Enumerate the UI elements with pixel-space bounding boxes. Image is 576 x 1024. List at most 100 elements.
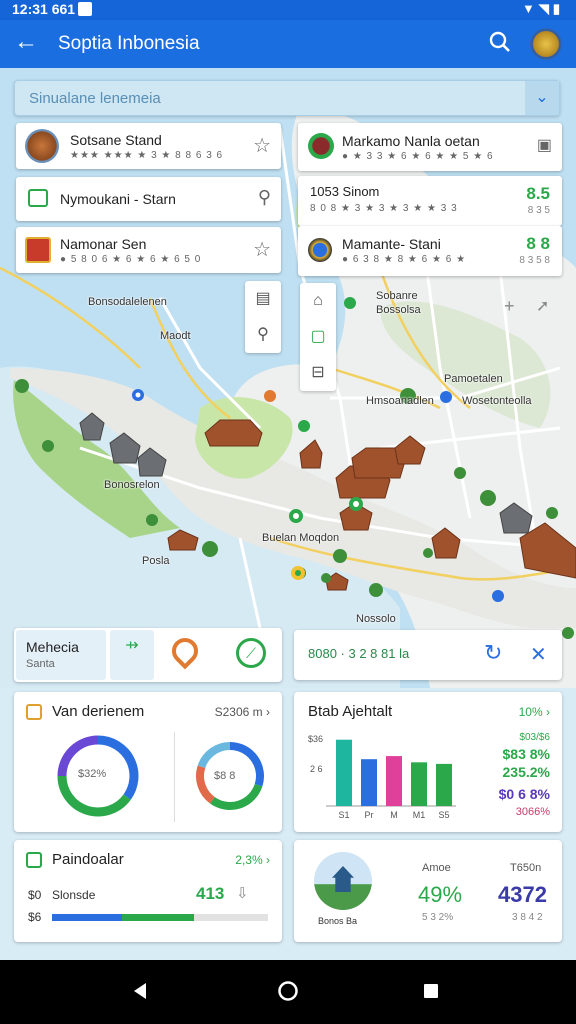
close-icon[interactable]: ✕ [530, 642, 547, 667]
place-type-icon [28, 189, 48, 207]
donut-segment [210, 783, 263, 810]
card-link[interactable]: S2306 m › [215, 705, 270, 719]
nav-recents-icon[interactable] [423, 983, 439, 1004]
donut-segment [57, 775, 131, 817]
place-thumbnail [25, 129, 59, 163]
back-arrow-icon[interactable]: ← [14, 28, 38, 56]
row-label: $0 [28, 888, 42, 902]
place-card[interactable]: 1053 Sinom 8 0 8 ★ 3 ★ 3 ★ 3 ★ ★ 3 3 8.5… [298, 176, 562, 226]
location-pin-icon[interactable]: ⚲ [258, 187, 271, 208]
card-title: Paindoalar [52, 851, 124, 868]
notification-icon [78, 2, 92, 16]
y-tick: 2 6 [310, 764, 323, 774]
place-name: Mamante- Stani [342, 236, 441, 252]
star-icon[interactable]: ☆ [253, 237, 271, 262]
stat-label: Amoe [422, 862, 451, 874]
donut-segment [197, 742, 231, 769]
map-label: Maodt [160, 330, 191, 342]
stat-value: 4372 [498, 882, 547, 907]
tab-row: Mehecia Santa ⇸ ⟋ [14, 628, 282, 682]
card-title: Van derienem [52, 703, 145, 720]
map-label: Hmsoanadlen [366, 395, 434, 407]
place-score-sub: 8 3 5 8 [519, 255, 550, 266]
bar [336, 739, 352, 806]
place-rating: ● ★ 3 3 ★ 6 ★ 6 ★ ★ 5 ★ 6 [342, 151, 494, 162]
signal-battery-icons: ▼◥▮ [521, 1, 564, 16]
place-score: 8.5 [526, 184, 550, 203]
map-label: Wosetonteolla [462, 395, 532, 407]
place-rating: 8 0 8 ★ 3 ★ 3 ★ 3 ★ ★ 3 3 [310, 203, 458, 214]
location-search-bar[interactable]: Sinualane lenemeia ⌄ [14, 80, 560, 116]
green-circle-icon[interactable]: ⟋ [236, 638, 266, 668]
card-link-text: 2,3% [235, 853, 263, 867]
place-name: Namonar Sen [60, 236, 147, 252]
card-link[interactable]: 2,3% › [235, 853, 270, 867]
progress-card: Paindoalar 2,3% › $0 Slonsde 413 ⇩ $6 [14, 840, 282, 942]
place-card[interactable]: Sotsane Stand ★★★ ★★★ ★ 3 ★ 8 8 6 3 6 ☆ [16, 123, 281, 169]
green-marker-icon[interactable]: ▢ [300, 319, 336, 355]
home-icon[interactable]: ⌂ [300, 283, 336, 319]
emblem-avatar[interactable] [530, 28, 562, 60]
layers-icon[interactable]: ▤ [245, 281, 281, 317]
card-link[interactable]: 10% › [519, 705, 550, 719]
place-name: Nymoukani - Starn [60, 191, 176, 207]
place-rating: ● 5 8 0 6 ★ 6 ★ 6 ★ 6 5 0 [60, 254, 202, 265]
row-name: Slonsde [52, 888, 96, 902]
place-score: 8 8 [526, 234, 550, 253]
bar [436, 763, 452, 806]
place-card[interactable]: Namonar Sen ● 5 8 0 6 ★ 6 ★ 6 ★ 6 5 0 ☆ [16, 227, 281, 273]
map-pin-icon[interactable] [166, 632, 204, 670]
search-icon[interactable] [488, 30, 512, 59]
progress-value: 413 [196, 884, 225, 903]
share-arrow-icon[interactable]: ➚ [536, 296, 549, 316]
place-card[interactable]: Mamante- Stani ● 6 3 8 ★ 8 ★ 6 ★ 6 ★ 8 8… [298, 226, 562, 276]
map-label: Bossolsa [376, 304, 421, 316]
run-icon[interactable]: ⇸ [110, 630, 154, 680]
stat-sub: 3 8 4 2 [512, 912, 543, 923]
card-link-text: S2306 m [214, 705, 263, 719]
route-info-text: 8080 · 3 2 8 81 la [308, 646, 410, 661]
stat-value: 3066% [515, 806, 550, 818]
stat-value: 49% [418, 882, 463, 907]
x-tick-label: M1 [413, 810, 426, 820]
bar [361, 759, 377, 806]
inbox-icon[interactable]: ⊟ [300, 355, 336, 391]
nav-home-icon[interactable] [277, 980, 299, 1007]
stat-label: T650n [510, 862, 542, 874]
place-thumbnail [25, 237, 51, 263]
nav-back-icon[interactable] [132, 982, 148, 1005]
x-tick-label: Pr [365, 810, 374, 820]
place-rating: ★★★ ★★★ ★ 3 ★ 8 8 6 3 6 [70, 150, 224, 161]
map-label: Bonsodalelenen [88, 296, 167, 308]
place-thumbnail [308, 238, 332, 262]
x-tick-label: M [390, 810, 398, 820]
progress-fill-green [122, 914, 194, 921]
search-query: Sinualane lenemeia [29, 90, 161, 107]
place-card[interactable]: Markamo Nanla oetan ● ★ 3 3 ★ 6 ★ 6 ★ ★ … [298, 123, 562, 171]
map-label: Pamoetalen [444, 373, 503, 385]
place-thumbnail [308, 133, 334, 159]
download-icon[interactable]: ⇩ [236, 884, 249, 902]
landmark-thumbnail [314, 852, 372, 910]
place-card[interactable]: Nymoukani - Starn ⚲ [16, 177, 281, 221]
card-link-text: 10% [518, 705, 543, 719]
stat-sub: 5 3 2% [422, 912, 454, 923]
bar-chart: S1 Pr M M1 S5 [326, 739, 456, 820]
route-info-bar: 8080 · 3 2 8 81 la ↻ ✕ [294, 630, 562, 680]
place-stats-card: Bonos Ba Amoe 49% 5 3 2% T650n 4372 3 8 … [294, 840, 562, 942]
chevron-down-icon[interactable]: ⌄ [525, 81, 559, 115]
place-rating: ● 6 3 8 ★ 8 ★ 6 ★ 6 ★ [342, 254, 467, 265]
clipboard-icon[interactable]: ▣ [537, 135, 552, 155]
bar [411, 762, 427, 806]
map-label: Nossolo [356, 613, 396, 625]
location-pin-icon[interactable]: ⚲ [245, 317, 281, 353]
app-bar: ← Soptia Inbonesia [0, 20, 576, 68]
x-tick-label: S1 [338, 810, 349, 820]
plus-icon[interactable]: + [504, 296, 515, 317]
tab-mehecia[interactable]: Mehecia Santa [16, 630, 106, 680]
star-icon[interactable]: ☆ [253, 133, 271, 158]
refresh-icon[interactable]: ↻ [484, 640, 502, 666]
divider [174, 732, 175, 822]
place-name: 1053 Sinom [310, 184, 380, 199]
stat-value: $83 8% [502, 746, 550, 762]
